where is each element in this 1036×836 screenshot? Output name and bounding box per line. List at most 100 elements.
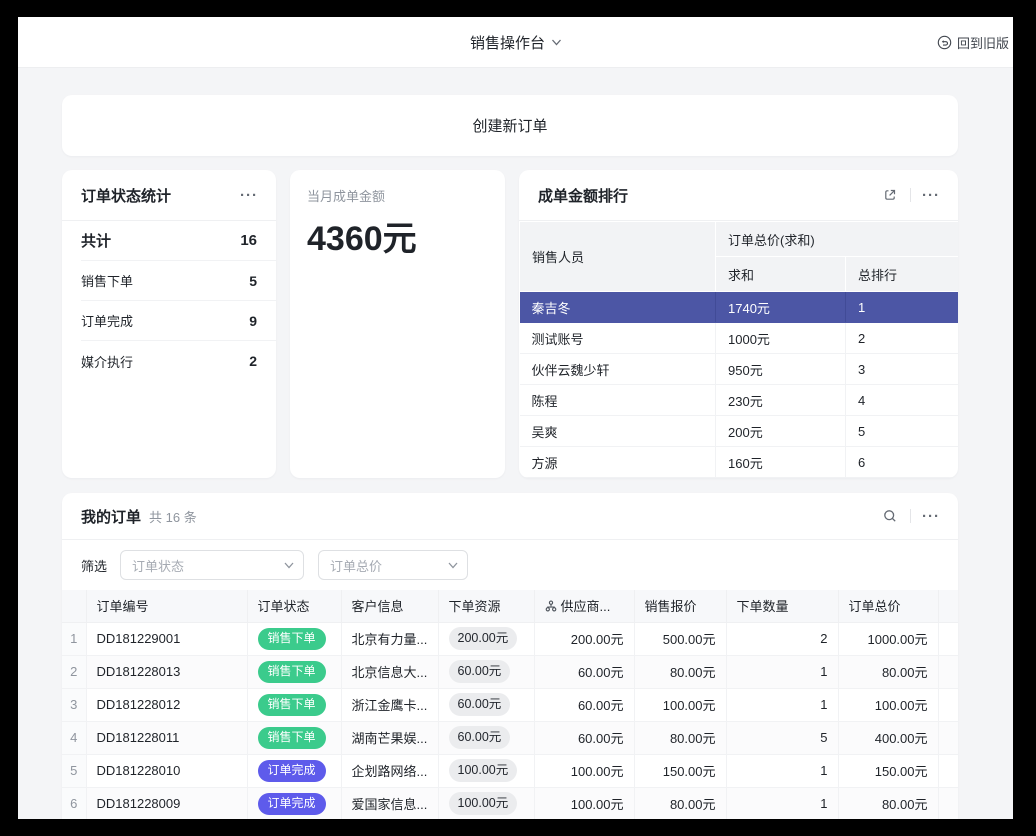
order-quote: 80.00元 [634,787,726,819]
order-quote: 100.00元 [634,688,726,721]
order-total: 80.00元 [838,655,938,688]
col-customer: 客户信息 [341,590,438,622]
create-order-label: 创建新订单 [472,115,547,136]
chevron-down-icon [284,562,294,569]
order-status-cell: 销售下单 [247,655,341,688]
ranking-col-person: 销售人员 [520,222,716,292]
monthly-amount-value: 4360元 [307,211,488,260]
order-qty: 2 [726,622,838,655]
order-status-cell: 销售下单 [247,688,341,721]
status-row: 销售下单5 [81,261,276,301]
more-button[interactable]: ··· [918,182,944,208]
ranking-rank: 1 [846,292,959,323]
back-to-old-version-label: 回到旧版 [957,33,1009,52]
order-total: 150.00元 [838,754,938,787]
order-status-cell: 销售下单 [247,721,341,754]
order-row-index: 1 [62,622,86,655]
ranking-sum: 1000元 [716,323,846,354]
create-order-button[interactable]: 创建新订单 [62,95,958,156]
order-customer: 北京信息大... [341,655,438,688]
order-qty: 5 [726,721,838,754]
order-total: 1000.00元 [838,622,938,655]
divider [910,188,911,202]
order-total-filter-placeholder: 订单总价 [330,556,382,575]
ranking-card-title: 成单金额排行 [538,185,628,206]
order-quote: 500.00元 [634,622,726,655]
open-in-new-button[interactable] [877,182,903,208]
status-row: 订单完成 9 [81,301,276,341]
order-supplier-price: 60.00元 [534,721,634,754]
order-row[interactable]: 1DD181229001销售下单北京有力量...200.00元200.00元50… [62,622,958,655]
order-row[interactable]: 5DD181228010订单完成企划路网络...100.00元100.00元15… [62,754,958,787]
order-trailing-cell [938,655,958,688]
search-button[interactable] [877,503,903,529]
order-resource-cell: 200.00元 [438,622,534,655]
order-number: DD181228009 [86,787,247,819]
ranking-row[interactable]: 伙伴云魏少轩950元3 [520,354,959,385]
ranking-sum: 200元 [716,416,846,447]
ranking-row[interactable]: 秦吉冬1740元1 [520,292,959,323]
back-to-old-version-button[interactable]: 回到旧版 [937,17,1009,68]
ranking-col-sum: 求和 [716,257,846,292]
order-status-badge: 订单完成 [258,793,326,815]
ranking-person: 伙伴云魏少轩 [520,354,716,385]
ranking-person: 吴爽 [520,416,716,447]
ranking-row[interactable]: 陈程230元4 [520,385,959,416]
more-icon: ··· [240,188,258,203]
order-status-filter-select[interactable]: 订单状态 [120,550,304,580]
order-resource-cell: 60.00元 [438,688,534,721]
more-icon: ··· [922,188,940,203]
order-total-filter-select[interactable]: 订单总价 [318,550,468,580]
order-resource-cell: 100.00元 [438,787,534,819]
ranking-row[interactable]: 测试账号1000元2 [520,323,959,354]
order-resource-cell: 100.00元 [438,754,534,787]
order-customer: 北京有力量... [341,622,438,655]
status-row: 媒介执行2 [81,341,276,381]
order-resource-badge: 100.00元 [449,792,518,814]
ranking-table: 销售人员 订单总价(求和) 求和 总排行 秦吉冬1740元1测试账号1000元2… [519,221,958,478]
more-button[interactable]: ··· [918,503,944,529]
order-trailing-cell [938,721,958,754]
col-order-status: 订单状态 [247,590,341,622]
order-row[interactable]: 2DD181228013销售下单北京信息大...60.00元60.00元80.0… [62,655,958,688]
col-qty: 下单数量 [726,590,838,622]
my-orders-card: 我的订单 共 16 条 ··· 筛选 订单状态 [62,493,958,819]
status-row-value: 16 [240,232,257,249]
col-order-no: 订单编号 [86,590,247,622]
order-row-index: 6 [62,787,86,819]
order-supplier-price: 60.00元 [534,688,634,721]
orders-table: 订单编号 订单状态 客户信息 下单资源 供应商... 销售报价 下单数量 [62,590,958,819]
ranking-row[interactable]: 方源160元6 [520,447,959,478]
order-number: DD181228011 [86,721,247,754]
open-in-new-icon [882,187,898,203]
col-trailing [938,590,958,622]
order-resource-badge: 60.00元 [449,726,511,748]
order-total: 400.00元 [838,721,938,754]
workspace-switcher[interactable]: 销售操作台 [470,17,561,68]
more-button[interactable]: ··· [236,182,262,208]
status-row-value: 9 [249,313,257,329]
ranking-card-header: 成单金额排行 ··· [519,170,958,221]
order-row[interactable]: 3DD181228012销售下单浙江金鹰卡...60.00元60.00元100.… [62,688,958,721]
ranking-col-group: 订单总价(求和) [716,222,959,257]
ranking-rank: 3 [846,354,959,385]
app-window: 销售操作台 回到旧版 创建新订单 订单状态统计 ··· 共 [18,17,1013,819]
orders-count: 共 16 条 [149,507,197,526]
ranking-rank: 2 [846,323,959,354]
order-status-filter-placeholder: 订单状态 [132,556,184,575]
order-customer: 湖南芒果娱... [341,721,438,754]
order-total: 80.00元 [838,787,938,819]
col-resource: 下单资源 [438,590,534,622]
status-row-label: 订单完成 [81,311,133,330]
order-status-cell: 订单完成 [247,787,341,819]
order-supplier-price: 100.00元 [534,787,634,819]
ranking-row[interactable]: 吴爽200元5 [520,416,959,447]
order-resource-badge: 200.00元 [449,627,518,649]
order-status-cell: 订单完成 [247,754,341,787]
order-row[interactable]: 6DD181228009订单完成爱国家信息...100.00元100.00元80… [62,787,958,819]
ranking-sum: 1740元 [716,292,846,323]
orders-card-header: 我的订单 共 16 条 ··· [62,493,958,540]
status-row: 共计16 [81,221,276,261]
order-row[interactable]: 4DD181228011销售下单湖南芒果娱...60.00元60.00元80.0… [62,721,958,754]
order-customer: 企划路网络... [341,754,438,787]
